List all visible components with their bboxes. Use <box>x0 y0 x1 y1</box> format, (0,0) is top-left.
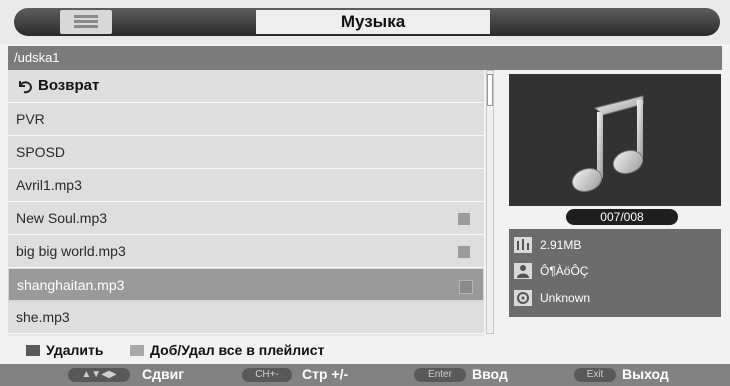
track-counter: 007/008 <box>566 209 678 225</box>
file-size: 2.91MB <box>540 238 582 252</box>
album-name: Unknown <box>540 291 591 305</box>
path-bar <box>8 46 722 70</box>
playlist-checkbox[interactable] <box>458 246 470 258</box>
hint-page: Стр +/- <box>302 366 349 382</box>
list-item-label: she.mp3 <box>16 309 70 325</box>
list-item-back[interactable]: Возврат <box>8 70 484 103</box>
current-path: /udska1 <box>14 50 60 65</box>
hint-move: Сдвиг <box>142 366 185 382</box>
scrollbar-track[interactable] <box>486 70 494 334</box>
album-art <box>509 74 721 206</box>
channel-key-icon: CH+- <box>242 368 292 382</box>
list-item-label: Avril1.mp3 <box>16 177 82 193</box>
list-item-label: Возврат <box>38 77 100 94</box>
arrows-key-icon: ▲▼◀▶ <box>68 368 130 382</box>
disc-icon <box>514 290 532 306</box>
legend-delete: Удалить <box>46 342 104 358</box>
playlist-checkbox[interactable] <box>458 213 470 225</box>
enter-key-icon: Enter <box>414 368 466 382</box>
list-item[interactable]: big big world.mp3 <box>8 235 484 268</box>
list-icon <box>60 10 112 34</box>
exit-key-icon: Exit <box>574 368 616 382</box>
toggle-all-color-key-icon <box>130 345 144 356</box>
artist-name: Ô¶ÀöÔÇ <box>540 264 589 278</box>
list-item[interactable]: Avril1.mp3 <box>8 169 484 202</box>
page-title: Музыка <box>256 10 490 34</box>
list-item-label: PVR <box>16 111 45 127</box>
scrollbar-thumb[interactable] <box>487 74 493 106</box>
list-item-label: shanghaitan.mp3 <box>17 277 125 293</box>
list-item[interactable]: PVR <box>8 103 484 136</box>
playlist-checkbox[interactable] <box>459 280 473 294</box>
legend-toggle-all: Доб/Удал все в плейлист <box>150 342 325 358</box>
file-list: Возврат PVR SPOSD Avril1.mp3 New Soul.mp… <box>8 70 484 336</box>
list-item-label: big big world.mp3 <box>16 243 126 259</box>
music-note-icon <box>571 95 644 192</box>
list-item-label: SPOSD <box>16 144 66 160</box>
person-icon <box>514 263 532 279</box>
return-arrow-icon <box>19 81 33 94</box>
equalizer-icon <box>514 237 532 253</box>
list-item[interactable]: New Soul.mp3 <box>8 202 484 235</box>
hint-enter: Ввод <box>472 366 508 382</box>
list-item[interactable]: SPOSD <box>8 136 484 169</box>
list-item-selected[interactable]: shanghaitan.mp3 <box>8 268 484 301</box>
hint-exit: Выход <box>622 366 669 382</box>
delete-color-key-icon <box>26 345 40 356</box>
list-item[interactable]: she.mp3 <box>8 301 484 334</box>
list-item-label: New Soul.mp3 <box>16 210 108 226</box>
